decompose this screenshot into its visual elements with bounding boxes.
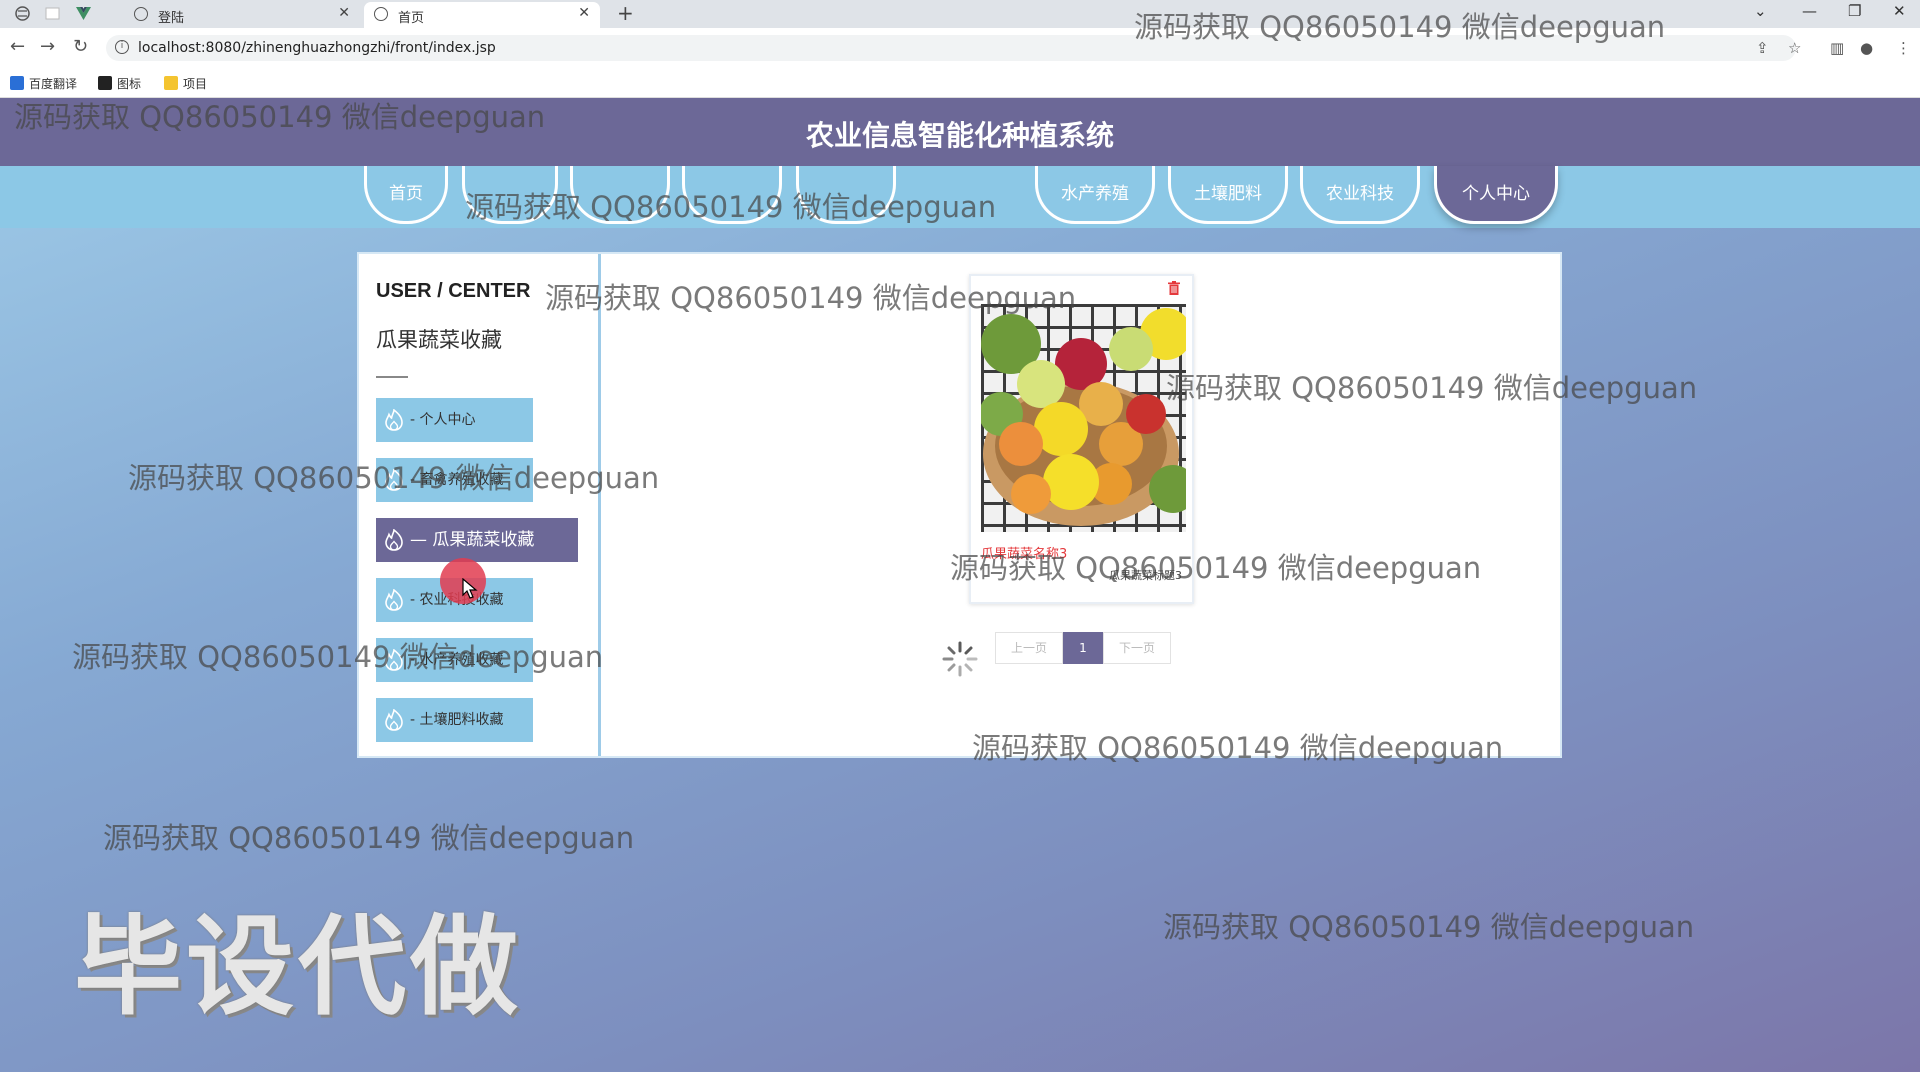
window-close-button[interactable]: ✕: [1893, 2, 1906, 20]
nav-agri-tech[interactable]: 农业科技: [1300, 166, 1420, 224]
vue-tab-icon[interactable]: [75, 5, 92, 22]
restore-button[interactable]: ❐: [1848, 2, 1861, 20]
loading-spinner-icon: [942, 641, 978, 677]
blank-tab-icon[interactable]: [44, 5, 61, 22]
url-text[interactable]: localhost:8080/zhinenghuazhongzhi/front/…: [138, 40, 496, 56]
bookmark-label: 百度翻译: [29, 77, 78, 91]
watermark: 源码获取 QQ86050149 微信deepguan: [1163, 910, 1695, 944]
site-info-icon[interactable]: i: [115, 40, 129, 54]
nav-user-center[interactable]: 个人中心: [1434, 166, 1558, 224]
folder-icon: [164, 76, 178, 90]
mouse-cursor-icon: [462, 578, 478, 599]
menu-soil-favorites[interactable]: - 土壤肥料收藏: [376, 698, 533, 742]
pagination-prev[interactable]: 上一页: [995, 632, 1063, 664]
watermark: 源码获取 QQ86050149 微信deepguan: [1166, 371, 1698, 405]
chrome-menu-icon[interactable]: [14, 5, 31, 22]
watermark: 源码获取 QQ86050149 微信deepguan: [103, 821, 635, 855]
globe-icon: [374, 7, 388, 21]
nav-soil-fertilizer[interactable]: 土壤肥料: [1168, 166, 1288, 224]
tab-login-label: 登陆: [158, 11, 185, 26]
tab-home-label: 首页: [398, 11, 425, 26]
translate-icon: [10, 76, 24, 90]
minimize-button[interactable]: —: [1802, 2, 1817, 20]
watermark: 源码获取 QQ86050149 微信deepguan: [950, 551, 1482, 585]
forward-icon[interactable]: →: [40, 36, 55, 57]
watermark: 源码获取 QQ86050149 微信deepguan: [72, 640, 604, 674]
fruit-image[interactable]: [981, 304, 1186, 532]
menu-fruit-veg-favorites[interactable]: — 瓜果蔬菜收藏: [376, 518, 578, 562]
tab-login[interactable]: 登陆 ✕: [124, 2, 360, 28]
flame-icon: [385, 529, 403, 551]
tab-home[interactable]: 首页 ✕: [364, 2, 600, 28]
pagination-current[interactable]: 1: [1063, 632, 1103, 664]
flame-icon: [385, 589, 403, 611]
menu-personal-center[interactable]: - 个人中心: [376, 398, 533, 442]
side-panel-icon[interactable]: ▥: [1830, 39, 1844, 57]
share-icon[interactable]: ⇪: [1756, 39, 1769, 57]
flame-icon: [385, 409, 403, 431]
user-center-heading: USER / CENTER: [376, 280, 531, 302]
divider: [376, 376, 408, 378]
icon-site-icon: [98, 76, 112, 90]
user-center-sidebar: USER / CENTER 瓜果蔬菜收藏 - 个人中心 - 畜禽养殖收藏 — 瓜…: [359, 254, 601, 756]
new-tab-button[interactable]: +: [617, 1, 634, 25]
menu-label: - 土壤肥料收藏: [410, 712, 504, 728]
section-subheading: 瓜果蔬菜收藏: [376, 328, 502, 352]
watermark: 源码获取 QQ86050149 微信deepguan: [545, 281, 1077, 315]
bookmark-label: 项目: [183, 77, 208, 91]
globe-icon: [134, 7, 148, 21]
bookmark-star-icon[interactable]: ☆: [1788, 39, 1801, 57]
watermark: 源码获取 QQ86050149 微信deepguan: [128, 461, 660, 495]
nav-home[interactable]: 首页: [364, 166, 448, 224]
watermark: 源码获取 QQ86050149 微信deepguan: [1134, 10, 1666, 44]
close-icon[interactable]: ✕: [338, 5, 350, 21]
reload-icon[interactable]: ↻: [73, 36, 88, 57]
tab-search-icon[interactable]: ⌄: [1754, 2, 1767, 20]
pagination-next[interactable]: 下一页: [1103, 632, 1171, 664]
flame-icon: [385, 709, 403, 731]
close-icon[interactable]: ✕: [578, 5, 590, 21]
watermark: 源码获取 QQ86050149 微信deepguan: [14, 100, 546, 134]
trash-icon[interactable]: [1168, 281, 1180, 295]
watermark-large: 毕设代做: [74, 905, 523, 1030]
profile-icon[interactable]: ●: [1860, 39, 1873, 57]
menu-label: - 个人中心: [410, 412, 476, 428]
bookmark-item[interactable]: 图标: [98, 75, 141, 92]
bookmark-folder[interactable]: 项目: [164, 75, 207, 92]
back-icon[interactable]: ←: [10, 36, 25, 57]
watermark: 源码获取 QQ86050149 微信deepguan: [465, 190, 997, 224]
user-center-panel: USER / CENTER 瓜果蔬菜收藏 - 个人中心 - 畜禽养殖收藏 — 瓜…: [357, 252, 1562, 758]
menu-label: — 瓜果蔬菜收藏: [410, 530, 535, 550]
bookmark-label: 图标: [117, 77, 142, 91]
watermark: 源码获取 QQ86050149 微信deepguan: [972, 731, 1504, 765]
bookmark-item[interactable]: 百度翻译: [10, 75, 77, 92]
nav-aquaculture[interactable]: 水产养殖: [1035, 166, 1155, 224]
more-menu-icon[interactable]: ⋮: [1896, 39, 1911, 57]
